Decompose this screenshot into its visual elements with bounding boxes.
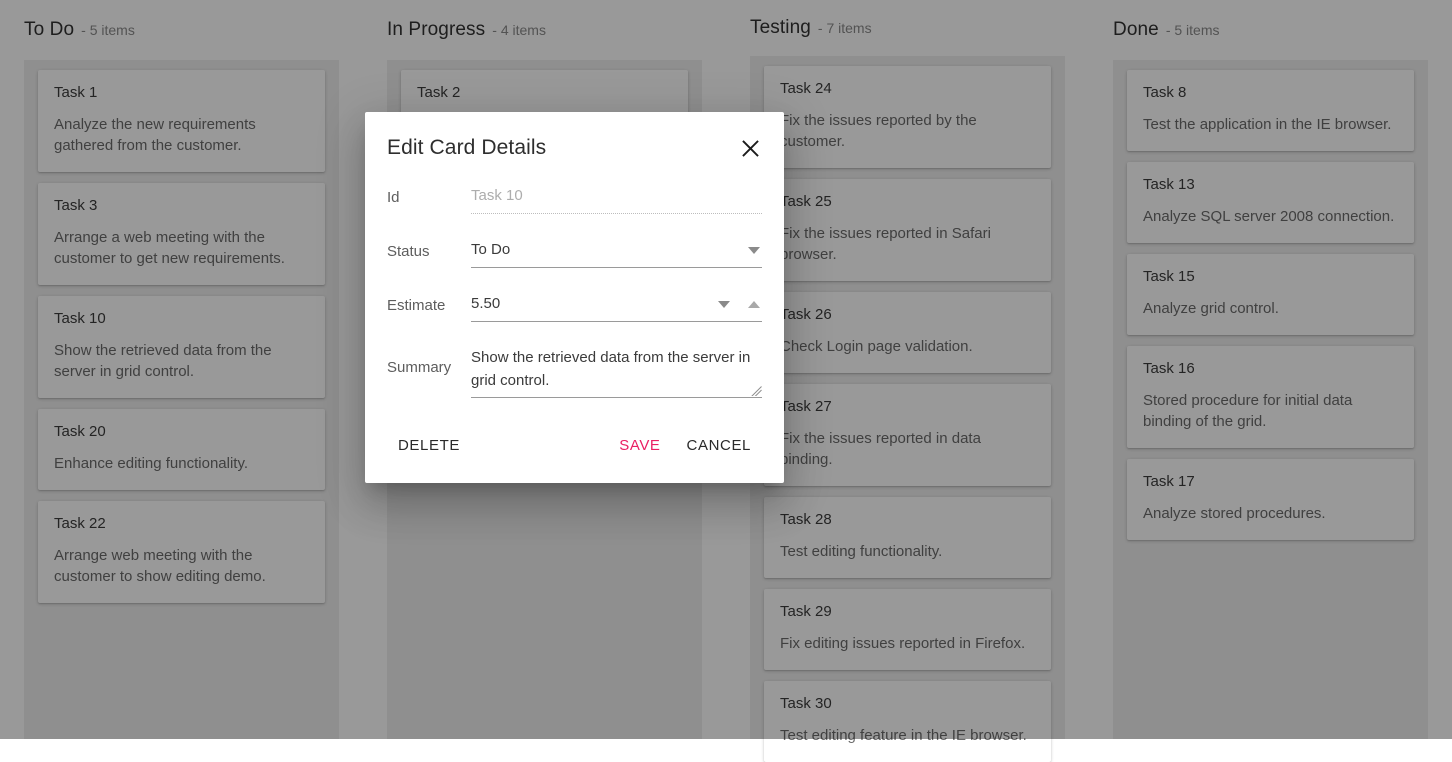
status-select[interactable]: To Do — [471, 234, 762, 268]
resize-handle-icon[interactable] — [749, 383, 762, 396]
spinner-up-icon[interactable] — [748, 301, 760, 308]
id-field-label: Id — [387, 180, 471, 208]
estimate-field-control[interactable]: 5.50 — [471, 288, 762, 322]
id-field-control: Task 10 — [471, 180, 762, 214]
dialog-header: Edit Card Details — [365, 112, 784, 168]
dialog-body: Id Task 10 Status To Do Estimate 5.50 Su… — [365, 168, 784, 398]
status-field-label: Status — [387, 234, 471, 262]
field-row-estimate: Estimate 5.50 — [387, 288, 762, 322]
delete-button[interactable]: DELETE — [385, 428, 473, 463]
edit-card-dialog: Edit Card Details Id Task 10 Status To D… — [365, 112, 784, 483]
status-field-control[interactable]: To Do — [471, 234, 762, 268]
chevron-down-icon[interactable] — [748, 247, 760, 254]
field-row-id: Id Task 10 — [387, 180, 762, 214]
summary-textarea-value: Show the retrieved data from the server … — [471, 349, 750, 389]
spinner-down-icon[interactable] — [718, 301, 730, 308]
field-row-status: Status To Do — [387, 234, 762, 268]
summary-field-control[interactable]: Show the retrieved data from the server … — [471, 342, 762, 398]
summary-textarea[interactable]: Show the retrieved data from the server … — [471, 342, 762, 398]
id-input: Task 10 — [471, 180, 762, 214]
field-row-summary: Summary Show the retrieved data from the… — [387, 342, 762, 398]
dialog-title: Edit Card Details — [387, 134, 546, 162]
estimate-field-label: Estimate — [387, 288, 471, 316]
cancel-button[interactable]: CANCEL — [674, 428, 764, 463]
summary-field-label: Summary — [387, 342, 471, 378]
dialog-actions: DELETE SAVE CANCEL — [365, 418, 784, 483]
save-button[interactable]: SAVE — [606, 428, 673, 463]
close-icon[interactable] — [738, 136, 762, 160]
